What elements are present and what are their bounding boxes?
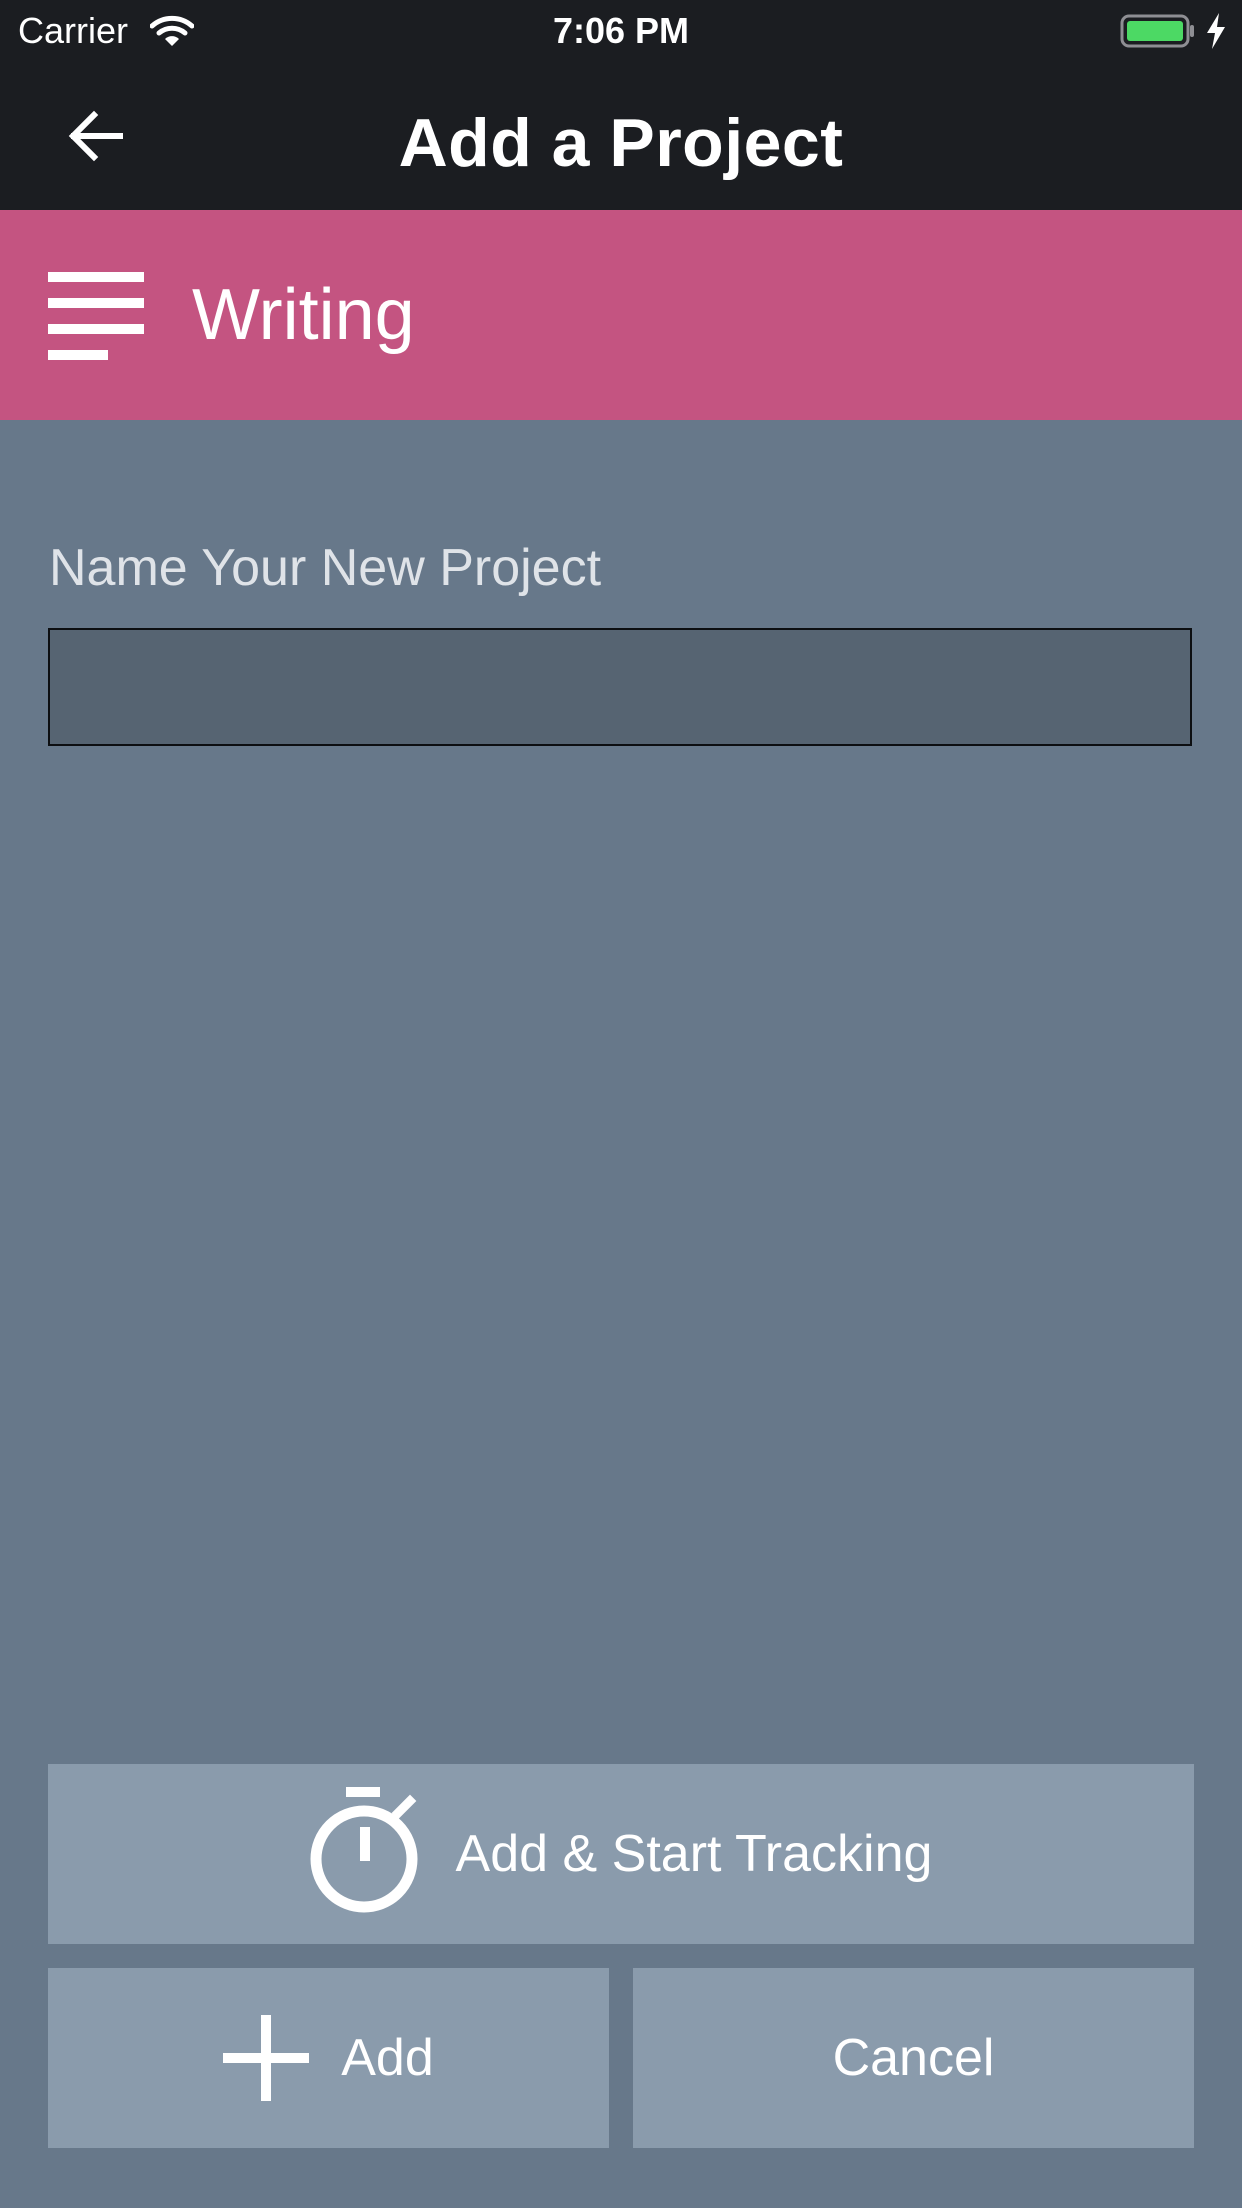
- category-header[interactable]: Writing: [0, 210, 1242, 420]
- page-title: Add a Project: [398, 105, 844, 181]
- add-and-start-tracking-label: Add & Start Tracking: [455, 1825, 933, 1883]
- charging-bolt-icon: [1207, 13, 1225, 49]
- project-name-label: Name Your New Project: [49, 539, 602, 597]
- category-name: Writing: [192, 275, 415, 355]
- status-bar: Carrier 7:06 PM: [0, 0, 1242, 62]
- add-and-start-tracking-button[interactable]: Add & Start Tracking: [48, 1764, 1194, 1944]
- cancel-label: Cancel: [832, 2029, 995, 2087]
- text-lines-icon: [48, 272, 144, 360]
- clock: 7:06 PM: [552, 10, 690, 51]
- project-name-input[interactable]: [48, 628, 1192, 746]
- add-label: Add: [341, 2029, 434, 2087]
- battery-icon: [1120, 14, 1194, 48]
- cancel-button[interactable]: Cancel: [633, 1968, 1194, 2148]
- navigation-bar: Add a Project: [0, 62, 1242, 210]
- plus-icon: [223, 2015, 310, 2101]
- stopwatch-icon: [310, 1787, 418, 1913]
- add-button[interactable]: Add: [48, 1968, 609, 2148]
